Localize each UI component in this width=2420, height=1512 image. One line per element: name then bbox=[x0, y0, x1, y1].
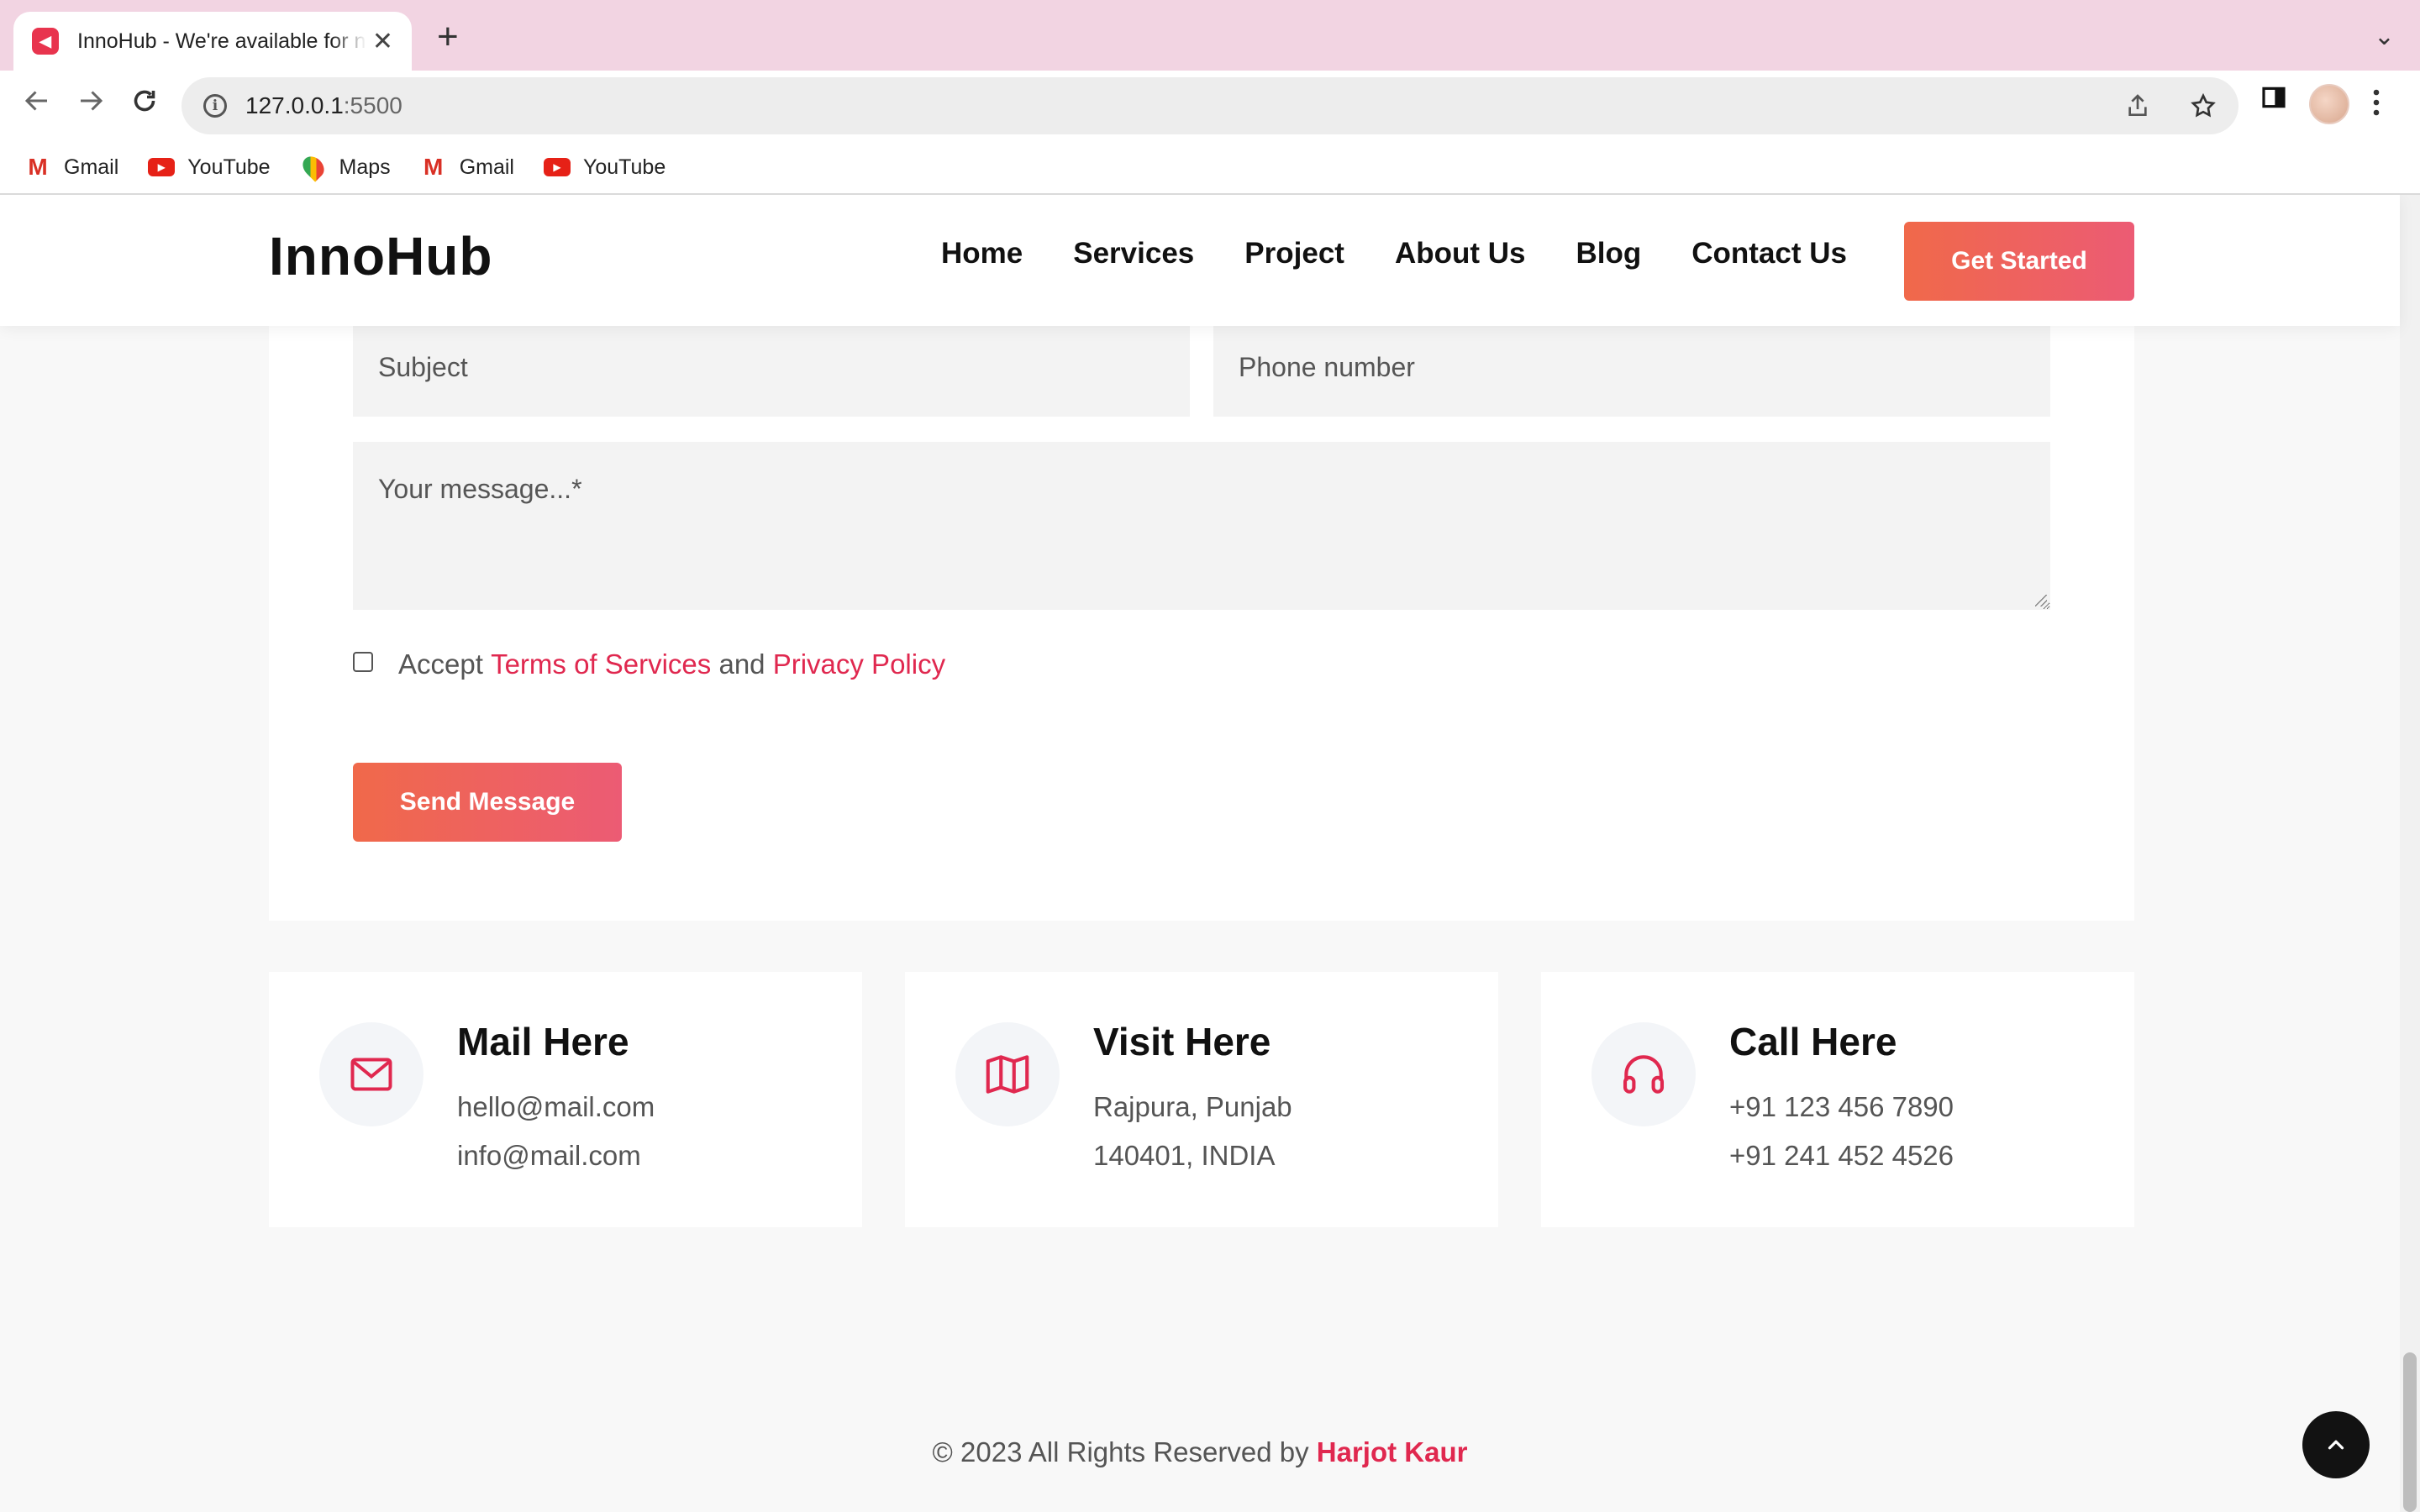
footer-copyright: © 2023 All Rights Reserved by Harjot Kau… bbox=[0, 1436, 2400, 1468]
card-line: 140401, INDIA bbox=[1093, 1140, 1276, 1171]
visit-info-card: Visit Here Rajpura, Punjab 140401, INDIA bbox=[905, 972, 1498, 1227]
copyright-text: © 2023 All Rights Reserved by bbox=[932, 1436, 1309, 1467]
page-scrollbar[interactable] bbox=[2400, 195, 2420, 1512]
close-tab-icon[interactable]: ✕ bbox=[372, 27, 393, 56]
bookmarks-bar: M Gmail ▶ YouTube Maps M Gmail ▶ YouTube bbox=[0, 141, 2420, 195]
card-title: Visit Here bbox=[1093, 1020, 1271, 1063]
subject-input[interactable] bbox=[353, 318, 1190, 417]
tab-search-chevron-icon[interactable]: ⌄ bbox=[2374, 22, 2395, 51]
card-title: Mail Here bbox=[457, 1020, 629, 1063]
headphones-icon-badge bbox=[1591, 1022, 1696, 1126]
nav-blog[interactable]: Blog bbox=[1576, 237, 1641, 270]
browser-menu-button[interactable] bbox=[2371, 87, 2381, 118]
site-info-icon[interactable]: i bbox=[203, 94, 227, 118]
share-icon[interactable] bbox=[2124, 92, 2151, 119]
card-line: hello@mail.com bbox=[457, 1091, 655, 1122]
send-message-button[interactable]: Send Message bbox=[353, 763, 622, 842]
back-to-top-button[interactable] bbox=[2302, 1411, 2370, 1478]
forward-button[interactable] bbox=[76, 86, 106, 122]
address-bar[interactable]: i 127.0.0.1:5500 bbox=[182, 77, 2238, 134]
page-viewport: InnoHub Home Services Project About Us B… bbox=[0, 195, 2420, 1512]
profile-avatar bbox=[2309, 84, 2349, 124]
card-line: +91 123 456 7890 bbox=[1729, 1091, 1954, 1122]
bookmark-gmail[interactable]: M Gmail bbox=[24, 154, 119, 180]
browser-tab-bar: ◀ InnoHub - We're available for new proj… bbox=[0, 0, 2420, 71]
bookmark-label: YouTube bbox=[582, 155, 666, 179]
map-icon-badge bbox=[955, 1022, 1060, 1126]
textarea-resize-handle[interactable] bbox=[2035, 595, 2047, 606]
arrow-left-icon bbox=[24, 91, 47, 111]
arrow-right-icon bbox=[81, 91, 103, 111]
terms-link[interactable]: Terms of Services bbox=[491, 648, 711, 680]
more-vertical-icon bbox=[2373, 89, 2380, 116]
youtube-icon: ▶ bbox=[148, 158, 176, 176]
author-link[interactable]: Harjot Kaur bbox=[1317, 1436, 1468, 1467]
nav-project[interactable]: Project bbox=[1244, 237, 1344, 270]
side-panel-button[interactable] bbox=[2260, 84, 2287, 111]
headphones-icon bbox=[1623, 1055, 1665, 1094]
browser-tab[interactable]: ◀ InnoHub - We're available for new proj… bbox=[13, 12, 412, 71]
reload-icon bbox=[134, 90, 155, 112]
chevron-up-icon bbox=[2328, 1440, 2344, 1450]
nav-services[interactable]: Services bbox=[1073, 237, 1194, 270]
mail-info-card: Mail Here hello@mail.com info@mail.com bbox=[269, 972, 862, 1227]
bookmark-label: Maps bbox=[339, 155, 391, 179]
privacy-link[interactable]: Privacy Policy bbox=[773, 648, 945, 680]
card-line: info@mail.com bbox=[457, 1140, 641, 1171]
nav-home[interactable]: Home bbox=[941, 237, 1023, 270]
site-logo[interactable]: InnoHub bbox=[269, 225, 492, 287]
maps-icon bbox=[297, 152, 329, 182]
terms-checkbox[interactable] bbox=[353, 652, 373, 672]
profile-button[interactable] bbox=[2309, 84, 2349, 124]
scrollbar-thumb[interactable] bbox=[2403, 1352, 2417, 1512]
bookmark-youtube-2[interactable]: ▶ YouTube bbox=[543, 155, 666, 180]
gmail-icon: M bbox=[424, 154, 444, 180]
tab-title: InnoHub - We're available for new projec… bbox=[77, 29, 366, 53]
browser-toolbar: i 127.0.0.1:5500 bbox=[0, 71, 2420, 141]
mail-icon bbox=[350, 1058, 392, 1091]
bookmark-youtube[interactable]: ▶ YouTube bbox=[147, 155, 271, 180]
side-panel-icon bbox=[2262, 87, 2286, 108]
accept-text: Accept bbox=[398, 648, 483, 680]
bookmark-label: YouTube bbox=[187, 155, 271, 179]
map-icon bbox=[986, 1055, 1029, 1094]
url-text: 127.0.0.1:5500 bbox=[245, 92, 402, 118]
back-button[interactable] bbox=[22, 86, 52, 122]
new-tab-button[interactable]: + bbox=[437, 18, 459, 55]
card-line: Rajpura, Punjab bbox=[1093, 1091, 1292, 1122]
site-favicon-icon: ◀ bbox=[32, 28, 59, 55]
reload-button[interactable] bbox=[129, 86, 160, 122]
site-header: InnoHub Home Services Project About Us B… bbox=[0, 195, 2400, 326]
bookmark-label: Gmail bbox=[64, 155, 119, 179]
and-text: and bbox=[718, 648, 765, 680]
bookmark-gmail-2[interactable]: M Gmail bbox=[419, 154, 514, 180]
message-textarea[interactable] bbox=[353, 442, 2050, 610]
terms-row: Accept Terms of Services and Privacy Pol… bbox=[353, 648, 945, 680]
call-info-card: Call Here +91 123 456 7890 +91 241 452 4… bbox=[1541, 972, 2134, 1227]
card-line: +91 241 452 4526 bbox=[1729, 1140, 1954, 1171]
mail-icon-badge bbox=[319, 1022, 424, 1126]
bookmark-star-icon[interactable] bbox=[2190, 92, 2217, 119]
gmail-icon: M bbox=[28, 154, 48, 180]
youtube-icon: ▶ bbox=[543, 158, 571, 176]
card-title: Call Here bbox=[1729, 1020, 1897, 1063]
bookmark-maps[interactable]: Maps bbox=[297, 152, 391, 182]
nav-about-us[interactable]: About Us bbox=[1395, 237, 1526, 270]
phone-input[interactable] bbox=[1213, 318, 2050, 417]
main-nav: Home Services Project About Us Blog Cont… bbox=[941, 237, 1847, 270]
bookmark-label: Gmail bbox=[459, 155, 514, 179]
nav-contact-us[interactable]: Contact Us bbox=[1691, 237, 1847, 270]
get-started-button[interactable]: Get Started bbox=[1904, 222, 2134, 301]
